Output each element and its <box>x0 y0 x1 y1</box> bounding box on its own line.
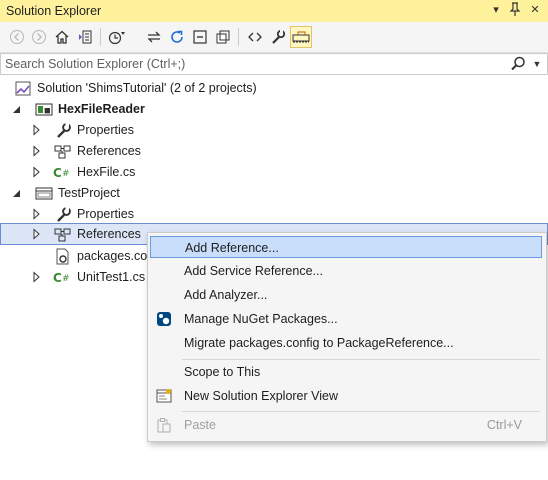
nuget-icon <box>156 311 172 327</box>
menu-item-add-analyzer[interactable]: Add Analyzer... <box>150 284 542 306</box>
references-icon <box>54 226 71 243</box>
refresh-icon[interactable] <box>166 26 188 48</box>
collapsed-arrow-icon[interactable] <box>31 145 43 157</box>
svg-text:#: # <box>62 169 70 179</box>
menu-item-shortcut: Ctrl+V <box>486 418 522 432</box>
tree-item-label: packages.con <box>77 249 155 263</box>
collapsed-arrow-icon[interactable] <box>31 271 43 283</box>
wrench-icon <box>55 206 72 223</box>
pin-icon[interactable] <box>507 2 523 18</box>
menu-item-label: Paste <box>184 418 216 432</box>
tree-item-label: HexFile.cs <box>77 165 136 179</box>
menu-item-scope-to-this[interactable]: Scope to This <box>150 361 542 383</box>
preview-active-icon[interactable] <box>290 26 312 48</box>
title-bar: Solution Explorer ▾ ✕ <box>0 0 548 22</box>
tree-item-label: References <box>77 144 141 158</box>
csharp-project-icon: ■ <box>35 101 53 118</box>
collapsed-arrow-icon[interactable] <box>31 166 43 178</box>
tree-item-project-testproject[interactable]: TestProject <box>0 183 548 204</box>
menu-item-label: New Solution Explorer View <box>184 389 339 403</box>
window-title: Solution Explorer <box>6 4 102 18</box>
wrench-icon <box>55 122 72 139</box>
preview-selected-items-icon[interactable] <box>244 26 266 48</box>
menu-item-label: Add Service Reference... <box>184 264 323 278</box>
search-input[interactable] <box>5 55 505 72</box>
close-icon[interactable]: ✕ <box>527 2 543 18</box>
menu-item-add-reference[interactable]: Add Reference... <box>150 236 542 258</box>
tree-item-label: Properties <box>77 207 134 221</box>
svg-text:■: ■ <box>44 107 51 115</box>
tree-item-project-hexfilereader[interactable]: ■ HexFileReader <box>0 99 548 120</box>
new-view-icon <box>156 388 172 404</box>
menu-item-add-service-reference[interactable]: Add Service Reference... <box>150 260 542 282</box>
menu-item-label: Add Analyzer... <box>184 288 268 302</box>
toolbar <box>0 22 548 53</box>
tree-item-label: HexFileReader <box>58 102 145 116</box>
menu-item-manage-nuget-packages[interactable]: Manage NuGet Packages... <box>150 308 542 330</box>
collapse-all-icon[interactable] <box>189 26 211 48</box>
expanded-arrow-icon[interactable] <box>11 187 23 199</box>
svg-text:C: C <box>53 166 62 180</box>
search-box: ▼ <box>0 53 548 75</box>
tree-item-label: References <box>77 227 141 241</box>
collapsed-arrow-icon[interactable] <box>31 208 43 220</box>
expanded-arrow-icon[interactable] <box>11 103 23 115</box>
menu-item-label: Manage NuGet Packages... <box>184 312 338 326</box>
collapsed-arrow-icon[interactable] <box>31 228 43 240</box>
home-icon[interactable] <box>51 26 73 48</box>
switch-views-icon[interactable] <box>74 26 96 48</box>
tree-item-label: Solution 'ShimsTutorial' (2 of 2 project… <box>37 81 257 95</box>
back-icon[interactable] <box>6 26 28 48</box>
collapsed-arrow-icon[interactable] <box>31 124 43 136</box>
csharp-file-icon: C # <box>53 269 70 286</box>
menu-item-label: Add Reference... <box>185 241 279 255</box>
tree-item-label: UnitTest1.cs <box>77 270 146 284</box>
menu-item-label: Migrate packages.config to PackageRefere… <box>184 336 454 350</box>
menu-item-new-solution-explorer-view[interactable]: New Solution Explorer View <box>150 385 542 407</box>
menu-item-migrate-packages-config[interactable]: Migrate packages.config to PackageRefere… <box>150 332 542 354</box>
forward-icon[interactable] <box>28 26 50 48</box>
tree-item-properties[interactable]: Properties <box>0 204 548 225</box>
pending-changes-filter-icon[interactable] <box>106 26 128 48</box>
csharp-file-icon: C # <box>53 164 70 181</box>
properties-icon[interactable] <box>267 26 289 48</box>
config-file-icon <box>54 248 71 265</box>
tree-item-label: Properties <box>77 123 134 137</box>
menu-separator <box>182 359 540 360</box>
tree-item-hexfile-cs[interactable]: C # HexFile.cs <box>0 162 548 183</box>
window-position-dropdown-icon[interactable]: ▾ <box>488 2 504 18</box>
tree-item-label: TestProject <box>58 186 120 200</box>
tree-item-references[interactable]: References <box>0 141 548 162</box>
search-icon[interactable] <box>509 55 527 73</box>
show-all-files-icon[interactable] <box>212 26 234 48</box>
svg-text:C: C <box>53 271 62 285</box>
menu-item-paste[interactable]: Paste Ctrl+V <box>150 414 542 436</box>
test-project-icon <box>35 185 53 202</box>
tree-item-properties[interactable]: Properties <box>0 120 548 141</box>
menu-separator <box>182 411 540 412</box>
svg-text:#: # <box>62 274 70 284</box>
search-options-dropdown-icon[interactable]: ▼ <box>530 55 544 73</box>
context-menu: Add Reference... Add Service Reference..… <box>147 232 547 442</box>
solution-icon <box>15 80 32 97</box>
sync-with-active-document-icon[interactable] <box>143 26 165 48</box>
paste-icon <box>156 417 172 433</box>
references-icon <box>54 143 71 160</box>
menu-item-label: Scope to This <box>184 365 261 379</box>
tree-item-solution[interactable]: Solution 'ShimsTutorial' (2 of 2 project… <box>0 78 548 99</box>
